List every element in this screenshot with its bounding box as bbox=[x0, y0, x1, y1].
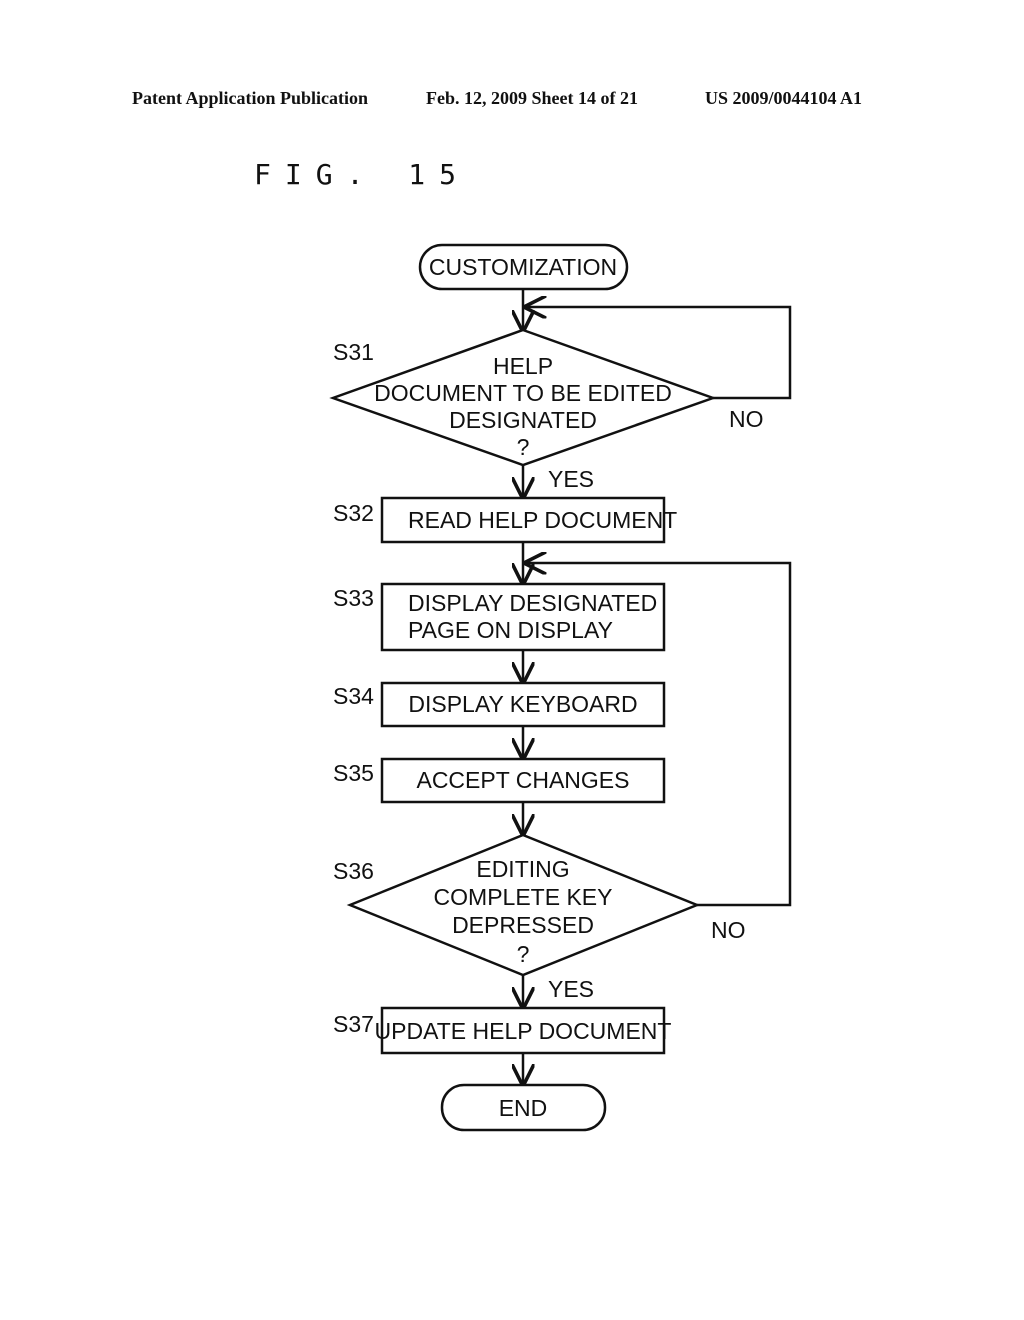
s35-text: ACCEPT CHANGES bbox=[416, 767, 629, 793]
s32-text: READ HELP DOCUMENT bbox=[408, 507, 677, 533]
process-s34: DISPLAY KEYBOARD S34 bbox=[333, 681, 666, 728]
s36-line-3: DEPRESSED bbox=[452, 912, 594, 938]
s31-no-label: NO bbox=[729, 406, 764, 432]
process-s35: ACCEPT CHANGES S35 bbox=[333, 757, 666, 804]
process-s37: UPDATE HELP DOCUMENT S37 bbox=[333, 1006, 672, 1055]
s33-line-1: DISPLAY DESIGNATED bbox=[408, 590, 657, 616]
s32-step-id: S32 bbox=[333, 500, 374, 526]
decision-s36: EDITING COMPLETE KEY DEPRESSED ? S36 NO … bbox=[333, 833, 746, 1002]
s33-step-id: S33 bbox=[333, 585, 374, 611]
flowchart: CUSTOMIZATION HELP DOCUMENT TO BE EDITED… bbox=[329, 243, 792, 1132]
s36-step-id: S36 bbox=[333, 858, 374, 884]
s36-line-2: COMPLETE KEY bbox=[434, 884, 613, 910]
end-terminal: END bbox=[440, 1083, 607, 1132]
start-label: CUSTOMIZATION bbox=[429, 254, 617, 280]
s31-line-4: ? bbox=[517, 434, 530, 460]
process-s33: DISPLAY DESIGNATED PAGE ON DISPLAY S33 bbox=[333, 582, 666, 652]
s37-text: UPDATE HELP DOCUMENT bbox=[375, 1018, 672, 1044]
s36-no-label: NO bbox=[711, 917, 746, 943]
s31-step-id: S31 bbox=[333, 339, 374, 365]
s31-yes-label: YES bbox=[548, 466, 594, 492]
end-label: END bbox=[499, 1095, 548, 1121]
s33-line-2: PAGE ON DISPLAY bbox=[408, 617, 613, 643]
s34-text: DISPLAY KEYBOARD bbox=[408, 691, 637, 717]
decision-s31: HELP DOCUMENT TO BE EDITED DESIGNATED ? … bbox=[329, 328, 764, 492]
s35-step-id: S35 bbox=[333, 760, 374, 786]
s31-line-1: HELP bbox=[493, 353, 553, 379]
s36-line-4: ? bbox=[517, 941, 530, 967]
s31-line-2: DOCUMENT TO BE EDITED bbox=[374, 380, 672, 406]
s31-line-3: DESIGNATED bbox=[449, 407, 597, 433]
process-s32: READ HELP DOCUMENT S32 bbox=[333, 496, 677, 544]
s36-line-1: EDITING bbox=[476, 856, 569, 882]
s34-step-id: S34 bbox=[333, 683, 374, 709]
start-terminal: CUSTOMIZATION bbox=[418, 243, 629, 291]
s37-step-id: S37 bbox=[333, 1011, 374, 1037]
s36-yes-label: YES bbox=[548, 976, 594, 1002]
